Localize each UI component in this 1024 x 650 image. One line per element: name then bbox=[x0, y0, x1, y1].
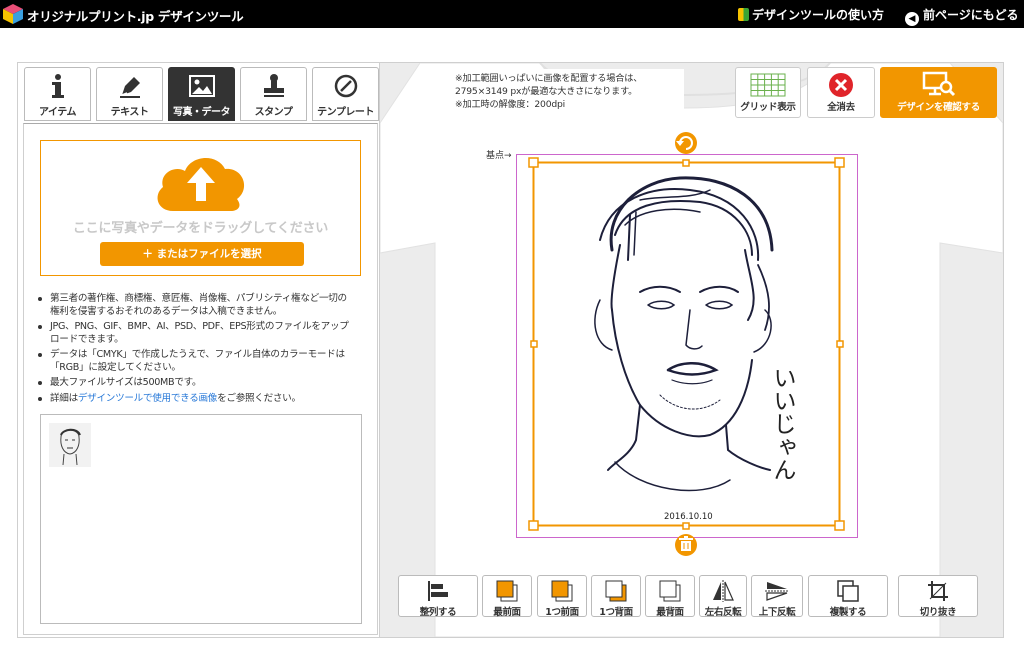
bring-forward-label: 1つ前面 bbox=[545, 607, 579, 618]
duplicate-icon bbox=[837, 580, 859, 602]
align-button[interactable]: 整列する bbox=[398, 575, 478, 618]
bring-front-icon bbox=[496, 580, 518, 602]
design-vertical-text[interactable]: いいじゃん bbox=[766, 366, 796, 481]
portrait-illustration[interactable] bbox=[594, 176, 774, 492]
rotate-handle-icon[interactable] bbox=[675, 132, 697, 154]
origin-label: 基点→ bbox=[484, 148, 514, 161]
crop-icon bbox=[928, 581, 948, 601]
send-back-icon bbox=[659, 580, 681, 602]
bring-to-front-button[interactable]: 最前面 bbox=[482, 575, 532, 618]
flip-horizontal-button[interactable]: 左右反転 bbox=[699, 575, 747, 618]
align-icon bbox=[428, 581, 448, 601]
flip-vertical-icon bbox=[765, 582, 789, 601]
bring-forward-button[interactable]: 1つ前面 bbox=[537, 575, 587, 618]
crop-label: 切り抜き bbox=[919, 607, 957, 618]
send-backward-button[interactable]: 1つ背面 bbox=[591, 575, 641, 618]
send-backward-icon bbox=[605, 580, 627, 602]
bring-to-front-label: 最前面 bbox=[493, 607, 521, 618]
flip-horizontal-label: 左右反転 bbox=[704, 607, 742, 618]
delete-trash-icon[interactable] bbox=[675, 534, 697, 556]
selection-overlay bbox=[516, 132, 858, 556]
flip-vertical-button[interactable]: 上下反転 bbox=[751, 575, 803, 618]
flip-horizontal-icon bbox=[713, 580, 734, 602]
design-layer: 基点→ いいじゃん 2016.10.10 bbox=[0, 0, 1024, 650]
toolbar-spacer bbox=[597, 563, 744, 573]
crop-button[interactable]: 切り抜き bbox=[898, 575, 978, 618]
align-label: 整列する bbox=[419, 607, 457, 618]
duplicate-label: 複製する bbox=[829, 607, 867, 618]
duplicate-button[interactable]: 複製する bbox=[808, 575, 888, 618]
send-to-back-button[interactable]: 最背面 bbox=[645, 575, 695, 618]
flip-vertical-label: 上下反転 bbox=[758, 607, 796, 618]
send-to-back-label: 最背面 bbox=[656, 607, 684, 618]
design-date-text[interactable]: 2016.10.10 bbox=[664, 512, 713, 522]
bring-forward-icon bbox=[551, 580, 573, 602]
send-backward-label: 1つ背面 bbox=[599, 607, 633, 618]
